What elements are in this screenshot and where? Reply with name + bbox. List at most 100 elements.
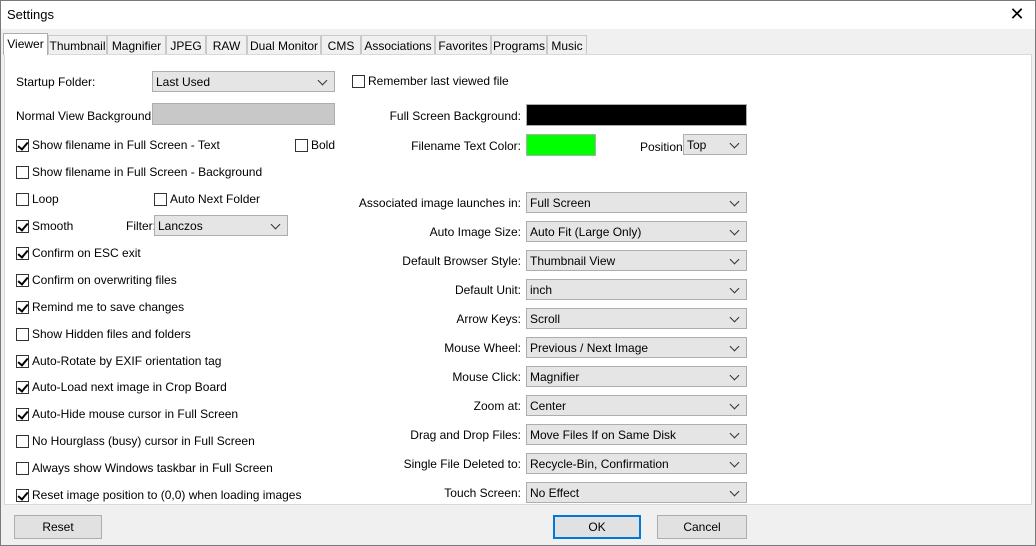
chevron-down-icon	[730, 486, 740, 498]
chevron-down-icon	[730, 399, 740, 411]
tab-dual-monitor[interactable]: Dual Monitor	[247, 35, 321, 54]
confirm-overwrite-label: Confirm on overwriting files	[32, 273, 177, 287]
checkbox-checked-icon	[16, 381, 29, 394]
startup-folder-value: Last Used	[156, 75, 211, 89]
window-title: Settings	[7, 7, 54, 22]
ok-button[interactable]: OK	[553, 515, 641, 539]
mouse-wheel-label: Mouse Wheel:	[444, 341, 521, 355]
zoom-at-value: Center	[530, 399, 567, 413]
browser-style-select[interactable]: Thumbnail View	[526, 250, 747, 271]
remember-last-label: Remember last viewed file	[368, 74, 509, 88]
show-hidden-checkbox[interactable]: Show Hidden files and folders	[16, 327, 191, 343]
filename-color-swatch[interactable]	[526, 134, 596, 156]
drag-drop-label: Drag and Drop Files:	[410, 428, 521, 442]
chevron-down-icon	[730, 283, 740, 295]
chevron-down-icon	[730, 341, 740, 353]
auto-size-value: Auto Fit (Large Only)	[530, 225, 642, 239]
browser-style-label: Default Browser Style:	[402, 254, 521, 268]
loop-checkbox[interactable]: Loop	[16, 192, 59, 208]
touch-screen-label: Touch Screen:	[444, 486, 521, 500]
chevron-down-icon	[318, 75, 328, 87]
tab-programs[interactable]: Programs	[491, 35, 547, 54]
checkbox-icon	[154, 193, 167, 206]
auto-size-select[interactable]: Auto Fit (Large Only)	[526, 221, 747, 242]
filter-select[interactable]: Lanczos	[154, 215, 288, 236]
show-filename-bg-checkbox[interactable]: Show filename in Full Screen - Backgroun…	[16, 165, 262, 181]
filter-label: Filter:	[126, 219, 156, 233]
checkbox-icon	[16, 462, 29, 475]
drag-drop-value: Move Files If on Same Disk	[530, 428, 677, 442]
chevron-down-icon	[730, 196, 740, 208]
auto-load-checkbox[interactable]: Auto-Load next image in Crop Board	[16, 380, 227, 396]
drag-drop-select[interactable]: Move Files If on Same Disk	[526, 424, 747, 445]
arrow-keys-label: Arrow Keys:	[456, 312, 521, 326]
arrow-keys-select[interactable]: Scroll	[526, 308, 747, 329]
confirm-overwrite-checkbox[interactable]: Confirm on overwriting files	[16, 273, 177, 289]
single-deleted-select[interactable]: Recycle-Bin, Confirmation	[526, 453, 747, 474]
remember-last-checkbox[interactable]: Remember last viewed file	[352, 74, 509, 90]
bold-checkbox[interactable]: Bold	[295, 138, 335, 154]
associated-value: Full Screen	[530, 196, 591, 210]
tab-jpeg[interactable]: JPEG	[166, 35, 206, 54]
full-screen-bg-label: Full Screen Background:	[389, 109, 521, 123]
normal-bg-swatch[interactable]	[152, 103, 335, 125]
filename-color-label: Filename Text Color:	[411, 139, 521, 153]
normal-bg-label: Normal View Background:	[16, 109, 155, 123]
reset-position-checkbox[interactable]: Reset image position to (0,0) when loadi…	[16, 488, 301, 504]
checkbox-icon	[16, 166, 29, 179]
position-select[interactable]: Top	[683, 134, 747, 155]
checkbox-checked-icon	[16, 301, 29, 314]
tab-music[interactable]: Music	[547, 35, 587, 54]
cancel-button[interactable]: Cancel	[657, 515, 747, 539]
mouse-click-select[interactable]: Magnifier	[526, 366, 747, 387]
browser-style-value: Thumbnail View	[530, 254, 616, 268]
viewer-settings-panel: Startup Folder: Last Used Normal View Ba…	[4, 54, 1032, 505]
tab-thumbnail[interactable]: Thumbnail	[48, 35, 107, 54]
zoom-at-select[interactable]: Center	[526, 395, 747, 416]
reset-button[interactable]: Reset	[14, 515, 102, 539]
associated-select[interactable]: Full Screen	[526, 192, 747, 213]
filter-value: Lanczos	[158, 219, 203, 233]
mouse-click-value: Magnifier	[530, 370, 580, 384]
auto-next-folder-checkbox[interactable]: Auto Next Folder	[154, 192, 260, 208]
auto-next-folder-label: Auto Next Folder	[170, 192, 261, 206]
show-filename-bg-label: Show filename in Full Screen - Backgroun…	[32, 165, 263, 179]
auto-rotate-checkbox[interactable]: Auto-Rotate by EXIF orientation tag	[16, 354, 221, 370]
chevron-down-icon	[271, 219, 281, 231]
confirm-esc-checkbox[interactable]: Confirm on ESC exit	[16, 246, 141, 262]
close-icon[interactable]: ✕	[999, 1, 1035, 29]
tab-favorites[interactable]: Favorites	[435, 35, 491, 54]
position-value: Top	[687, 138, 707, 152]
startup-folder-select[interactable]: Last Used	[152, 71, 335, 92]
no-hourglass-checkbox[interactable]: No Hourglass (busy) cursor in Full Scree…	[16, 434, 255, 450]
tab-cms[interactable]: CMS	[321, 35, 361, 54]
settings-window: Settings ✕ Viewer Thumbnail Magnifier JP…	[0, 0, 1036, 546]
bold-label: Bold	[311, 138, 336, 152]
tab-associations[interactable]: Associations	[361, 35, 435, 54]
title-bar: Settings ✕	[1, 1, 1035, 29]
remind-save-checkbox[interactable]: Remind me to save changes	[16, 300, 184, 316]
default-unit-value: inch	[530, 283, 553, 297]
chevron-down-icon	[730, 370, 740, 382]
mouse-click-label: Mouse Click:	[452, 370, 521, 384]
checkbox-icon	[16, 193, 29, 206]
auto-size-label: Auto Image Size:	[429, 225, 521, 239]
smooth-checkbox[interactable]: Smooth	[16, 219, 73, 235]
always-taskbar-checkbox[interactable]: Always show Windows taskbar in Full Scre…	[16, 461, 273, 477]
show-filename-text-checkbox[interactable]: Show filename in Full Screen - Text	[16, 138, 220, 154]
full-screen-bg-swatch[interactable]	[526, 104, 747, 126]
chevron-down-icon	[730, 225, 740, 237]
tab-viewer[interactable]: Viewer	[3, 33, 48, 55]
auto-hide-checkbox[interactable]: Auto-Hide mouse cursor in Full Screen	[16, 407, 238, 423]
default-unit-select[interactable]: inch	[526, 279, 747, 300]
checkbox-icon	[352, 75, 365, 88]
tab-magnifier[interactable]: Magnifier	[107, 35, 166, 54]
touch-screen-select[interactable]: No Effect	[526, 482, 747, 503]
mouse-wheel-select[interactable]: Previous / Next Image	[526, 337, 747, 358]
checkbox-checked-icon	[16, 489, 29, 502]
confirm-esc-label: Confirm on ESC exit	[32, 246, 141, 260]
tab-raw[interactable]: RAW	[206, 35, 247, 54]
checkbox-checked-icon	[16, 220, 29, 233]
always-taskbar-label: Always show Windows taskbar in Full Scre…	[32, 461, 273, 475]
tab-strip: Viewer Thumbnail Magnifier JPEG RAW Dual…	[3, 33, 1031, 55]
